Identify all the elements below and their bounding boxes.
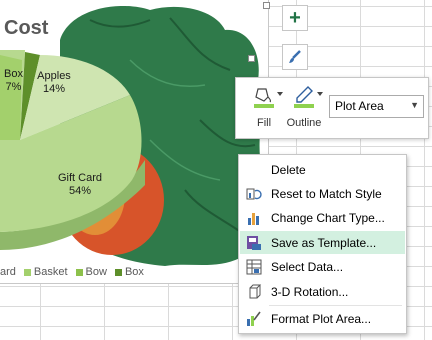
paint-bucket-icon [254,88,274,108]
rotation-icon [249,284,262,299]
legend-item: Basket [23,266,68,278]
menu-item-change-chart-type[interactable]: Change Chart Type... [240,206,405,229]
legend-swatch [23,268,31,276]
menu-item-format-plot-area[interactable]: Format Plot Area... [240,307,405,330]
menu-item-label: Change Chart Type... [271,211,385,225]
menu-item-label: Format Plot Area... [271,312,372,326]
data-label-name: Gift Card [57,172,102,184]
menu-item-reset-style[interactable]: Reset to Match Style [240,182,405,205]
data-label-value: 54% [68,185,92,197]
menu-item-3d-rotation[interactable]: 3-D Rotation... [240,280,405,303]
chart-title[interactable]: Cost [4,17,48,40]
menu-item-label: Delete [271,163,306,177]
pencil-icon [294,86,314,108]
fill-label: Fill [256,117,272,129]
legend-swatch [114,268,122,276]
data-label-value: 7% [5,81,22,93]
chart-element-select[interactable]: Plot Area ▼ [329,95,424,118]
plot-area-handle[interactable] [248,55,255,62]
chevron-down-icon[interactable] [277,91,283,97]
legend-label: ard [0,266,16,278]
plus-icon: + [289,7,301,29]
chart-type-icon [248,213,259,225]
data-label-name: Box [4,68,23,80]
data-label-apples[interactable]: Apples 14% [36,70,72,96]
menu-item-select-data[interactable]: Select Data... [240,255,405,278]
outline-label: Outline [286,117,322,129]
data-label-gift-card[interactable]: Gift Card 54% [50,172,110,198]
menu-item-label: 3-D Rotation... [271,285,349,299]
template-icon [247,236,261,250]
fill-button[interactable]: Fill [246,83,283,133]
menu-item-label: Save as Template... [271,236,377,250]
format-area-icon [247,311,261,326]
context-menu: Delete Reset to Match Style Change Chart… [238,154,407,334]
select-data-icon [246,259,262,275]
legend-label: Bow [85,266,107,278]
menu-item-label: Reset to Match Style [271,187,382,201]
legend-item: ard [0,266,16,278]
data-label-value: 14% [42,83,66,95]
resize-handle[interactable] [263,2,270,9]
chart-legend[interactable]: ard Basket Bow Box [0,266,144,278]
legend-label: Box [124,266,144,278]
mini-toolbar: Fill Outline Plot Area ▼ [235,77,429,139]
menu-item-save-as-template[interactable]: Save as Template... [240,231,405,254]
chevron-down-icon[interactable] [317,91,323,97]
data-label-box[interactable]: Box 7% [4,68,23,94]
reset-style-icon [246,188,262,200]
menu-separator [269,305,402,306]
menu-item-label: Select Data... [271,260,344,274]
menu-item-delete[interactable]: Delete [240,158,405,181]
chart-area[interactable]: Cost Box 7% Apples 14% Gift Card 54% ard… [0,0,270,284]
outline-button[interactable]: Outline [286,83,323,133]
paintbrush-icon [289,50,301,63]
pie-chart[interactable] [0,0,268,283]
data-label-name: Apples [37,70,71,82]
chevron-down-icon: ▼ [410,100,419,110]
legend-label: Basket [33,266,68,278]
chart-elements-button[interactable]: + [282,5,308,31]
legend-item: Bow [75,266,107,278]
legend-item: Box [114,266,144,278]
chart-styles-button[interactable] [282,44,308,70]
legend-swatch [75,268,83,276]
chart-element-select-value: Plot Area [335,99,384,113]
